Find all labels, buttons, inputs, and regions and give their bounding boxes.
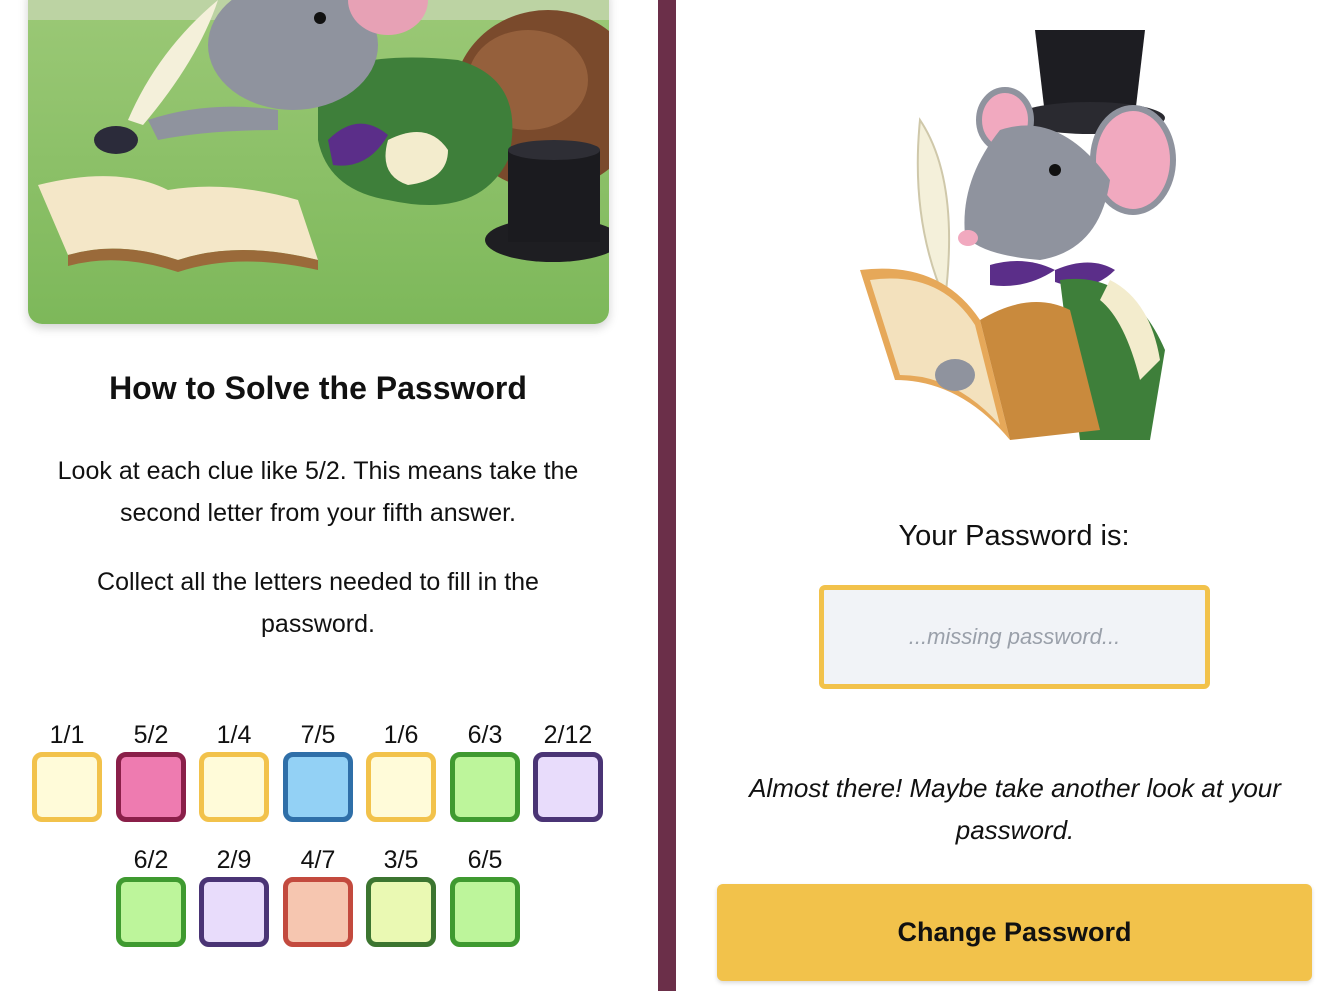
clue-2-9: 2/9 — [199, 843, 269, 947]
password-label: Your Password is: — [898, 520, 1130, 552]
clue-label: 6/5 — [467, 846, 503, 874]
clue-label: 1/4 — [216, 721, 252, 749]
clue-4-7: 4/7 — [283, 843, 353, 947]
feedback-message: Almost there! Maybe take another look at… — [749, 773, 1281, 845]
clue-6-3: 6/3 — [450, 718, 520, 822]
change-password-button[interactable]: Change Password — [717, 884, 1312, 981]
clue-box — [116, 752, 186, 822]
clue-box — [450, 752, 520, 822]
instructions-paragraph-2: Collect all the letters needed to fill i… — [0, 561, 636, 645]
clue-3-5: 3/5 — [366, 843, 436, 947]
clue-6-5: 6/5 — [450, 843, 520, 947]
clue-label: 1/6 — [383, 721, 419, 749]
clue-5-2: 5/2 — [116, 718, 186, 822]
clue-label: 2/12 — [543, 721, 593, 749]
clue-box — [283, 877, 353, 947]
clue-label: 1/1 — [49, 721, 85, 749]
instructions-title: How to Solve the Password — [109, 370, 527, 406]
password-input[interactable] — [819, 585, 1210, 689]
instructions-paragraph-1: Look at each clue like 5/2. This means t… — [0, 450, 636, 534]
clue-label: 2/9 — [216, 846, 252, 874]
instructions-panel: How to Solve the Password Look at each c… — [0, 0, 658, 991]
clue-label: 5/2 — [133, 721, 169, 749]
instructions-text-2: Collect all the letters needed to fill i… — [97, 568, 539, 638]
clue-6-2: 6/2 — [116, 843, 186, 947]
clue-label: 6/3 — [467, 721, 503, 749]
panel-divider — [658, 0, 676, 991]
clue-box — [283, 752, 353, 822]
clue-box — [32, 752, 102, 822]
clue-1-1: 1/1 — [32, 718, 102, 822]
clue-box — [533, 752, 603, 822]
clue-box — [199, 752, 269, 822]
mouse-reading-illustration — [850, 20, 1185, 440]
clue-label: 6/2 — [133, 846, 169, 874]
clue-label: 4/7 — [300, 846, 336, 874]
clue-box — [366, 877, 436, 947]
clue-2-12: 2/12 — [533, 718, 603, 822]
mouse-writing-illustration — [28, 0, 609, 324]
clue-label: 7/5 — [300, 721, 336, 749]
clue-box — [366, 752, 436, 822]
clue-box — [450, 877, 520, 947]
clue-box — [199, 877, 269, 947]
clue-7-5: 7/5 — [283, 718, 353, 822]
instructions-text-1: Look at each clue like 5/2. This means t… — [57, 457, 579, 527]
clue-1-4: 1/4 — [199, 718, 269, 822]
clue-label: 3/5 — [383, 846, 419, 874]
clue-1-6: 1/6 — [366, 718, 436, 822]
clue-box — [116, 877, 186, 947]
